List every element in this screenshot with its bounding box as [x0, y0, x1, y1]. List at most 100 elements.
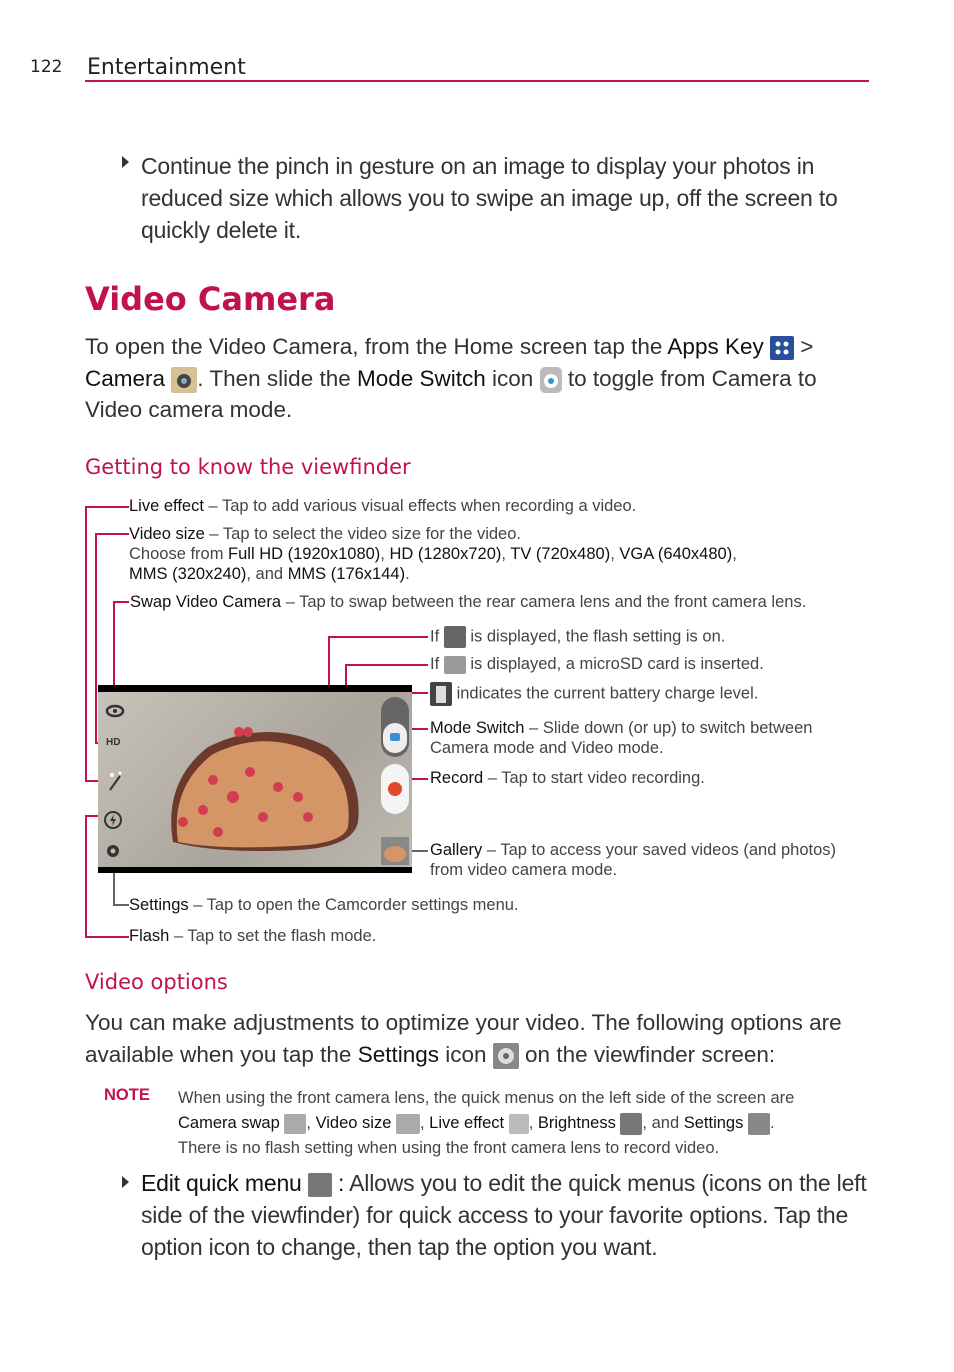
settings-gear-icon: [492, 1042, 519, 1069]
leader-line: [113, 601, 129, 603]
text: Choose from: [129, 545, 229, 563]
camera-label: Camera: [85, 365, 166, 391]
term: Mode Switch: [430, 719, 525, 737]
annotation-battery: indicates the current battery charge lev…: [430, 682, 758, 706]
intro-bullet-text: Continue the pinch in gesture on an imag…: [141, 153, 838, 243]
size-option: HD (1280x720): [389, 545, 502, 563]
open-instructions: To open the Video Camera, from the Home …: [85, 331, 875, 426]
text: is displayed, the flash setting is on.: [465, 627, 726, 646]
settings-gear-icon[interactable]: [104, 842, 122, 860]
term: Live effect: [429, 1114, 505, 1132]
brightness-icon: [620, 1112, 643, 1135]
mode-switch-slider[interactable]: [381, 697, 409, 757]
video-options-heading: Video options: [85, 970, 228, 994]
leader-line: [85, 506, 87, 781]
text: To open the Video Camera, from the Home …: [85, 334, 668, 359]
text: on the viewfinder screen:: [518, 1041, 776, 1067]
size-option: Full HD (1920x1080): [228, 545, 381, 563]
flash-on-icon: [443, 626, 466, 648]
leader-line: [328, 636, 330, 692]
size-option: MMS (176x144): [287, 565, 406, 583]
annotation-swap-camera: Swap Video Camera – Tap to swap between …: [130, 592, 806, 612]
annotation-sd-card: If is displayed, a microSD card is inser…: [430, 654, 764, 674]
apps-key-icon: [770, 336, 794, 361]
desc: – Tap to select the video size for the v…: [204, 525, 521, 543]
term: Brightness: [537, 1114, 616, 1132]
page-heading: Video Camera: [85, 280, 336, 318]
camera-swap-icon: [284, 1113, 307, 1134]
settings-gear-icon: [747, 1112, 770, 1135]
term: Flash: [129, 927, 170, 945]
leader-line: [85, 506, 129, 508]
text: >: [794, 334, 814, 359]
live-effect-icon: [508, 1113, 529, 1134]
camera-swap-icon[interactable]: [104, 702, 126, 720]
sd-card-icon: [443, 655, 466, 674]
mode-switch-label: Mode Switch: [356, 365, 486, 391]
annotation-settings: Settings – Tap to open the Camcorder set…: [129, 895, 519, 915]
desc: – Tap to start video recording.: [483, 769, 705, 787]
record-button[interactable]: [381, 764, 409, 814]
viewfinder-preview: HD: [98, 692, 412, 867]
leader-line: [345, 664, 428, 666]
text: If: [430, 627, 444, 646]
apps-key-label: Apps Key: [667, 334, 764, 359]
note-label: NOTE: [104, 1086, 150, 1104]
annotation-mode-switch: Mode Switch – Slide down (or up) to swit…: [430, 718, 812, 758]
annotation-flash-on: If is displayed, the flash setting is on…: [430, 626, 725, 648]
desc: from video camera mode.: [430, 861, 618, 879]
battery-icon: [430, 682, 452, 706]
text: is displayed, a microSD card is inserted…: [465, 655, 764, 673]
term: Swap Video Camera: [130, 593, 282, 611]
text: There is no flash setting when using the…: [178, 1139, 720, 1157]
note-text: When using the front camera lens, the qu…: [178, 1089, 795, 1157]
mode-switch-icon: [539, 366, 562, 393]
viewfinder-screenshot: HD: [98, 685, 412, 873]
annotation-gallery: Gallery – Tap to access your saved video…: [430, 840, 836, 880]
term: Video size: [129, 525, 205, 543]
annotation-record: Record – Tap to start video recording.: [430, 768, 705, 788]
record-dot-icon: [388, 782, 402, 796]
text: , and: [642, 1114, 684, 1132]
gallery-thumbnail[interactable]: [381, 837, 409, 865]
live-effect-icon[interactable]: [106, 770, 124, 792]
leader-line: [95, 533, 129, 535]
bullet-arrow-icon: [122, 1176, 129, 1188]
term: Camera swap: [178, 1114, 280, 1132]
page-number: 122: [30, 57, 63, 77]
annotation-flash: Flash – Tap to set the flash mode.: [129, 926, 376, 946]
size-option: VGA (640x480): [619, 545, 733, 563]
mode-switch-knob[interactable]: [383, 723, 407, 753]
desc: – Tap to set the flash mode.: [169, 927, 377, 945]
leader-line: [85, 815, 87, 937]
viewfinder-heading: Getting to know the viewfinder: [85, 455, 411, 479]
text: icon: [439, 1041, 493, 1067]
leader-line: [85, 936, 129, 938]
annotation-video-size: Video size – Tap to select the video siz…: [129, 525, 737, 583]
term: Record: [430, 769, 484, 787]
desc: – Tap to open the Camcorder settings men…: [188, 896, 519, 914]
term: Settings: [129, 896, 189, 914]
term: Settings: [683, 1114, 744, 1132]
flash-icon[interactable]: [103, 810, 123, 830]
desc: Camera mode and Video mode.: [430, 739, 664, 757]
video-size-icon[interactable]: HD: [106, 737, 120, 748]
bullet-arrow-icon: [122, 156, 129, 168]
desc: – Slide down (or up) to switch between: [524, 719, 813, 737]
video-size-icon: [396, 1113, 420, 1134]
video-mode-icon: [390, 733, 400, 741]
desc: – Tap to access your saved videos (and p…: [482, 841, 837, 859]
text: , and: [246, 565, 288, 583]
leader-line: [113, 904, 129, 906]
text: icon: [485, 365, 540, 391]
leader-line: [328, 636, 428, 638]
text: If: [430, 655, 444, 673]
video-options-text: You can make adjustments to optimize you…: [85, 1007, 855, 1070]
settings-label: Settings: [357, 1041, 440, 1067]
size-option: TV (720x480): [510, 545, 611, 563]
term: Edit quick menu: [141, 1170, 302, 1196]
desc: – Tap to swap between the rear camera le…: [281, 593, 807, 611]
term: Live effect: [129, 497, 204, 515]
size-option: MMS (320x240): [129, 565, 247, 583]
term: Gallery: [430, 841, 483, 859]
